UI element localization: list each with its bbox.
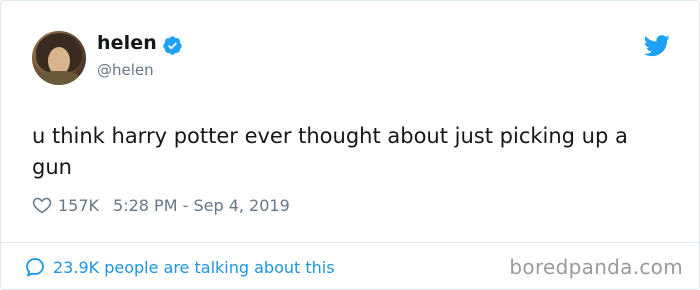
display-name[interactable]: helen: [97, 32, 157, 54]
speech-bubble-icon: [26, 258, 44, 277]
conversation-count-text[interactable]: 23.9K people are talking about this: [53, 258, 335, 277]
avatar[interactable]: [32, 31, 86, 85]
avatar-shirt: [38, 71, 80, 85]
tweet-timestamp[interactable]: 5:28 PM - Sep 4, 2019: [113, 196, 290, 215]
watermark: boredpanda.com: [509, 255, 683, 279]
divider: [1, 242, 699, 243]
conversation-link[interactable]: 23.9K people are talking about this: [23, 255, 335, 279]
like-count[interactable]: 157K: [58, 196, 99, 215]
tweet-text: u think harry potter ever thought about …: [32, 124, 628, 179]
twitter-bird-icon[interactable]: [643, 35, 671, 57]
tweet-card: helen @helen u think harry potter ever t…: [0, 0, 700, 290]
user-handle[interactable]: @helen: [97, 61, 154, 79]
verified-badge-icon: [163, 36, 182, 55]
heart-icon[interactable]: [32, 195, 52, 215]
tweet-meta: 157K 5:28 PM - Sep 4, 2019: [32, 193, 290, 217]
